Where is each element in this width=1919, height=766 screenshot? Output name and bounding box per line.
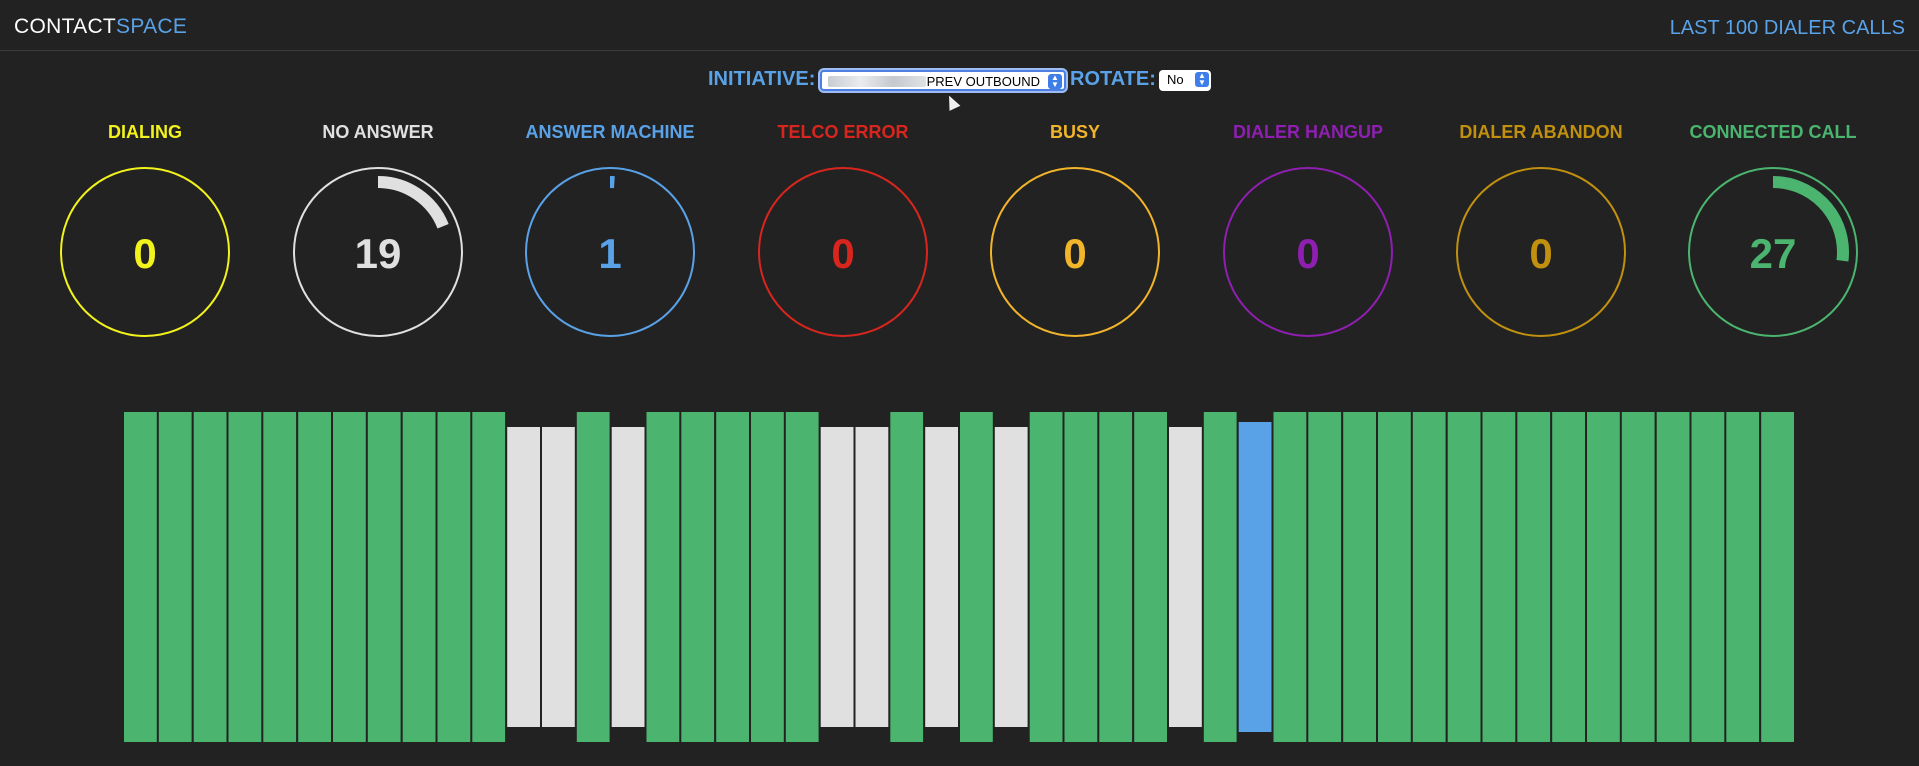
call-bar-connected [1726,412,1760,742]
call-bar-connected [1552,412,1585,742]
call-bar-connected [716,412,749,742]
call-bar-connected [1517,412,1551,742]
call-bar-connected [1134,412,1167,742]
call-bar-connected [1308,412,1342,742]
call-bar-connected [298,412,331,742]
call-bar-connected [646,412,680,742]
call-bar-connected [1273,412,1307,742]
call-bar-connected [890,412,924,742]
call-bar-no-answer [925,427,958,727]
call-bar-connected [437,412,471,742]
call-bar-connected [1761,412,1794,742]
call-bar-connected [1587,412,1620,742]
call-bar-connected [1343,412,1376,742]
call-bar-connected [1621,412,1655,742]
last-calls-bar-strip [124,412,1794,742]
call-bar-no-answer [542,427,575,727]
call-bar-no-answer [507,427,540,727]
call-bar-connected [785,412,819,742]
call-bar-connected [1064,412,1098,742]
call-bar-answer-machine [1238,422,1272,732]
call-bar-no-answer [1169,427,1202,727]
call-bar-connected [158,412,192,742]
call-bar-connected [402,412,436,742]
call-bar-connected [472,412,506,742]
call-bar-connected [124,412,157,742]
call-bar-no-answer [611,427,645,727]
call-bar-connected [751,412,784,742]
call-bar-connected [960,412,993,742]
call-bar-connected [681,412,715,742]
call-bar-connected [1203,412,1237,742]
call-bar-connected [1029,412,1063,742]
call-bar-connected [1447,412,1481,742]
call-bar-connected [1691,412,1725,742]
call-bar-connected [228,412,262,742]
call-bar-connected [333,412,366,742]
call-bar-connected [193,412,227,742]
call-bar-no-answer [820,427,854,727]
call-bar-connected [367,412,401,742]
call-bar-no-answer [994,427,1028,727]
call-bar-connected [1412,412,1446,742]
call-bar-connected [1482,412,1516,742]
call-bar-connected [263,412,297,742]
call-bar-connected [1656,412,1690,742]
call-bar-connected [1099,412,1133,742]
call-bar-connected [1378,412,1411,742]
call-bar-connected [576,412,610,742]
call-bar-no-answer [855,427,889,727]
